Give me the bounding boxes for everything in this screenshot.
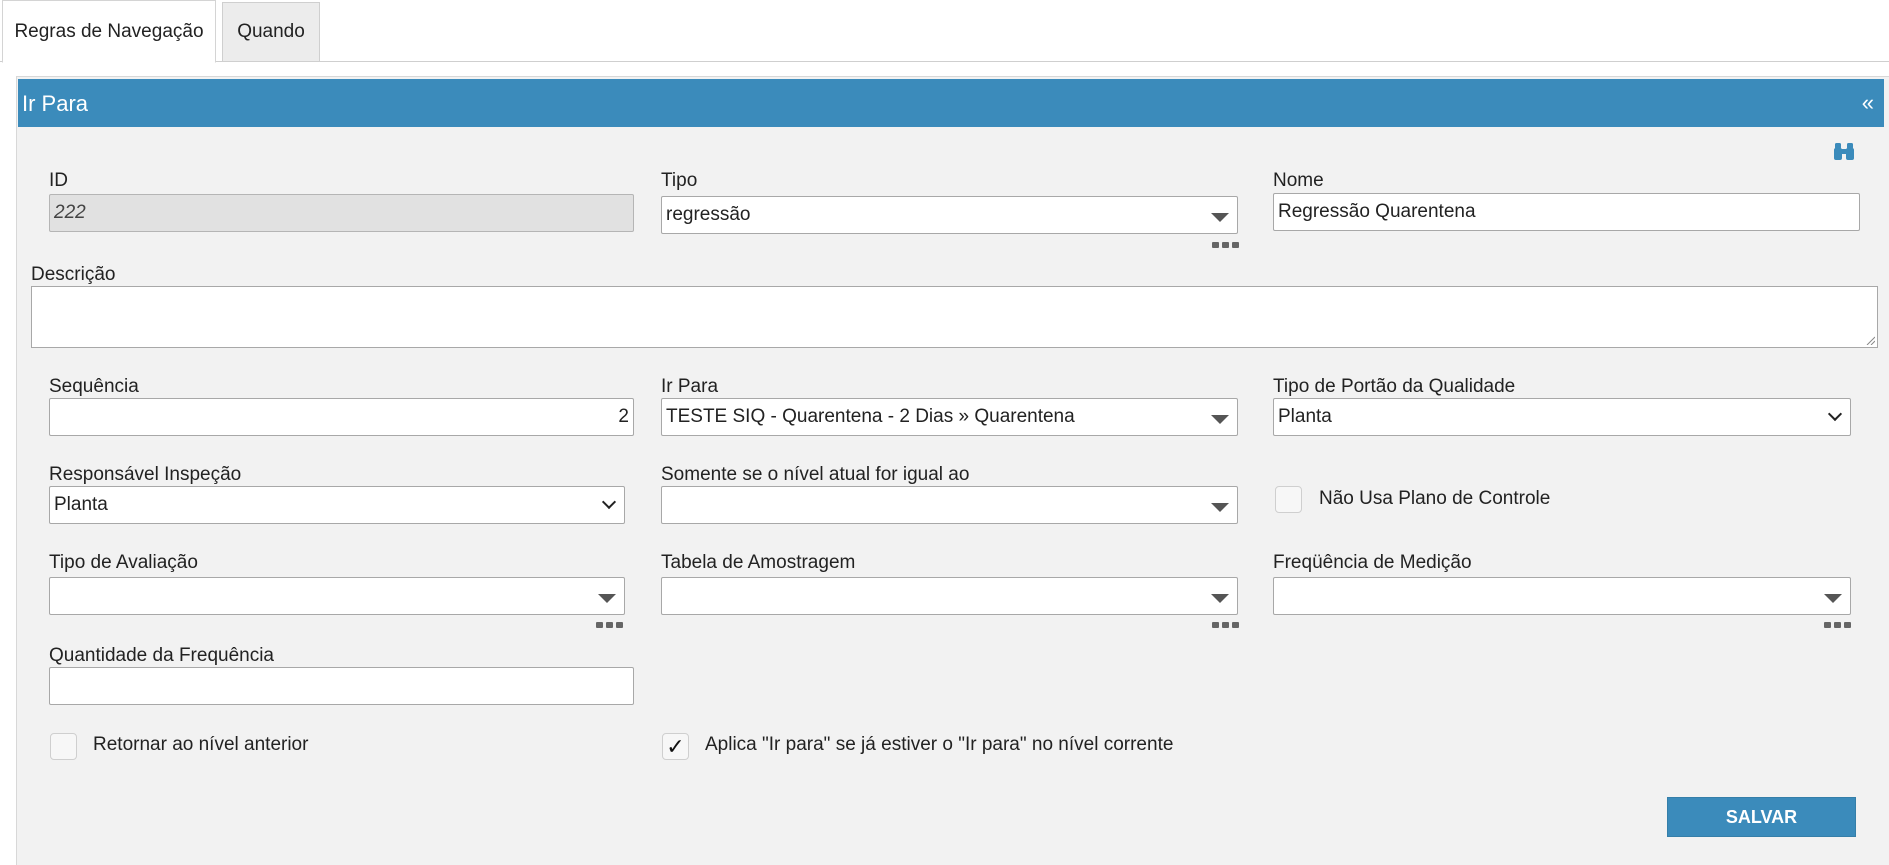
sequencia-input[interactable]: 2 xyxy=(49,398,634,436)
somente-nivel-label: Somente se o nível atual for igual ao xyxy=(661,464,970,485)
quantidade-frequencia-input[interactable] xyxy=(49,667,634,705)
retornar-nivel-checkbox[interactable] xyxy=(50,733,77,760)
aplica-ir-para-label: Aplica "Ir para" se já estiver o "Ir par… xyxy=(705,734,1174,755)
collapse-icon[interactable]: « xyxy=(1862,90,1874,116)
tipo-more-icon[interactable] xyxy=(1212,242,1239,248)
tipo-select[interactable]: regressão xyxy=(661,196,1238,234)
sequencia-label: Sequência xyxy=(49,376,139,397)
descricao-label: Descrição xyxy=(31,264,116,285)
save-button[interactable]: SALVAR xyxy=(1667,797,1856,837)
nao-usa-plano-label: Não Usa Plano de Controle xyxy=(1319,488,1551,509)
ir-para-select[interactable]: TESTE SIQ - Quarentena - 2 Dias » Quaren… xyxy=(661,398,1238,436)
id-field: 222 xyxy=(49,194,634,232)
dropdown-caret-icon xyxy=(1211,503,1229,512)
aplica-ir-para-checkbox[interactable]: ✓ xyxy=(662,733,689,760)
dropdown-caret-icon xyxy=(1211,594,1229,603)
dropdown-caret-icon xyxy=(1824,594,1842,603)
nao-usa-plano-checkbox[interactable] xyxy=(1275,486,1302,513)
binoculars-icon[interactable] xyxy=(1833,140,1855,162)
tipo-portao-label: Tipo de Portão da Qualidade xyxy=(1273,376,1516,397)
ir-para-label: Ir Para xyxy=(661,376,719,397)
tipo-avaliacao-select[interactable] xyxy=(49,577,625,615)
id-label: ID xyxy=(49,170,68,191)
checkmark-icon: ✓ xyxy=(666,733,685,759)
dropdown-caret-icon xyxy=(1211,213,1229,222)
tipo-label: Tipo xyxy=(661,170,698,191)
nome-label: Nome xyxy=(1273,170,1324,191)
resize-handle-icon[interactable] xyxy=(1865,335,1875,345)
retornar-nivel-label: Retornar ao nível anterior xyxy=(93,734,309,755)
somente-nivel-select[interactable] xyxy=(661,486,1238,524)
tipo-value: regressão xyxy=(666,204,751,225)
chevron-down-icon xyxy=(1827,406,1843,422)
tab-quando[interactable]: Quando xyxy=(222,2,320,62)
tabela-amostragem-more-icon[interactable] xyxy=(1212,622,1239,628)
tipo-portao-value: Planta xyxy=(1278,406,1332,427)
descricao-textarea[interactable] xyxy=(31,286,1878,348)
responsavel-label: Responsável Inspeção xyxy=(49,464,242,485)
tipo-avaliacao-label: Tipo de Avaliação xyxy=(49,552,198,573)
tab-regras-navegacao[interactable]: Regras de Navegação xyxy=(2,0,216,63)
tipo-avaliacao-more-icon[interactable] xyxy=(596,622,623,628)
chevron-down-icon xyxy=(601,494,617,510)
tabela-amostragem-select[interactable] xyxy=(661,577,1238,615)
dropdown-caret-icon xyxy=(1211,415,1229,424)
ir-para-value: TESTE SIQ - Quarentena - 2 Dias » Quaren… xyxy=(666,406,1075,427)
panel-title: Ir Para xyxy=(22,91,89,116)
tipo-portao-select[interactable]: Planta xyxy=(1273,398,1851,436)
tab-bar: Regras de Navegação Quando xyxy=(0,0,1889,63)
frequencia-medicao-label: Freqüência de Medição xyxy=(1273,552,1472,573)
responsavel-value: Planta xyxy=(54,494,108,515)
quantidade-frequencia-label: Quantidade da Frequência xyxy=(49,645,274,666)
frequencia-medicao-more-icon[interactable] xyxy=(1824,622,1851,628)
nome-input[interactable]: Regressão Quarentena xyxy=(1273,193,1860,231)
frequencia-medicao-select[interactable] xyxy=(1273,577,1851,615)
tabela-amostragem-label: Tabela de Amostragem xyxy=(661,552,856,573)
panel-header[interactable]: Ir Para « xyxy=(18,79,1884,127)
responsavel-select[interactable]: Planta xyxy=(49,486,625,524)
dropdown-caret-icon xyxy=(598,594,616,603)
